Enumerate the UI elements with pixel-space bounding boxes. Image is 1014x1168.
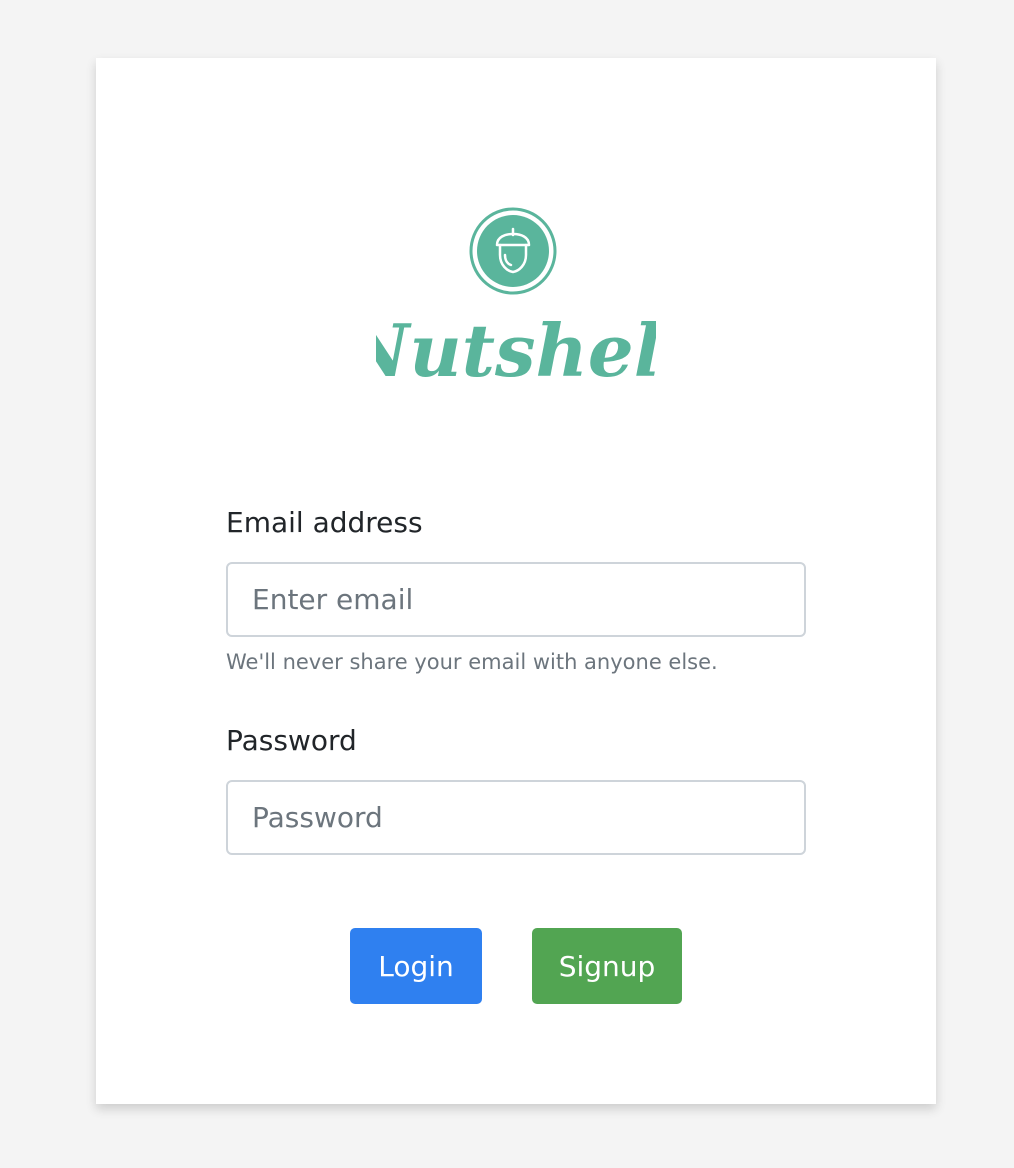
signup-button[interactable]: Signup (532, 928, 682, 1004)
email-field[interactable] (226, 562, 806, 637)
svg-text:Nutshell: Nutshell (376, 308, 656, 393)
email-help-text: We'll never share your email with anyone… (226, 650, 718, 674)
email-label: Email address (226, 506, 423, 539)
login-button[interactable]: Login (350, 928, 482, 1004)
acorn-icon (469, 207, 557, 295)
password-label: Password (226, 724, 357, 757)
password-field[interactable] (226, 780, 806, 855)
login-card: Nutshell Email address We'll never share… (96, 58, 936, 1104)
brand-wordmark: Nutshell (376, 308, 656, 393)
